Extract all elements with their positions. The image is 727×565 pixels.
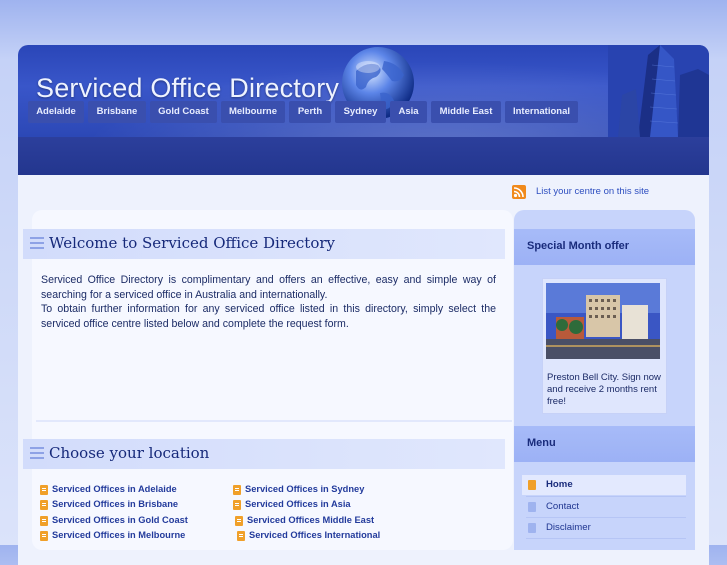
location-header: Choose your location bbox=[23, 439, 505, 469]
menu-item-home[interactable]: Home bbox=[522, 475, 686, 495]
site-header: Serviced Office Directory bbox=[18, 45, 709, 137]
contact-bullet-icon bbox=[528, 502, 536, 512]
bullet-icon bbox=[40, 500, 48, 510]
home-bullet-icon bbox=[528, 480, 536, 490]
welcome-header: Welcome to Serviced Office Directory bbox=[23, 229, 505, 259]
offer-building-photo[interactable] bbox=[546, 283, 660, 359]
bullet-icon bbox=[233, 485, 241, 495]
welcome-paragraph-1: Serviced Office Directory is complimenta… bbox=[41, 274, 496, 301]
offer-title: Special Month offer bbox=[527, 240, 630, 252]
nav-bar bbox=[18, 137, 709, 175]
nav-item-gold-coast[interactable]: Gold Coast bbox=[150, 101, 217, 123]
nav-item-brisbane[interactable]: Brisbane bbox=[88, 101, 146, 123]
nav-item-melbourne[interactable]: Melbourne bbox=[221, 101, 285, 123]
offer-text[interactable]: Preston Bell City. Sign now and receive … bbox=[547, 372, 663, 408]
bullet-icon bbox=[235, 516, 243, 526]
welcome-title: Welcome to Serviced Office Directory bbox=[49, 234, 336, 252]
bullet-icon bbox=[237, 531, 245, 541]
site-title[interactable]: Serviced Office Directory bbox=[36, 73, 339, 104]
menu-lines-icon bbox=[30, 237, 44, 249]
nav-item-asia[interactable]: Asia bbox=[390, 101, 427, 123]
menu-header: Menu bbox=[514, 426, 695, 462]
list-centre-link[interactable]: List your centre on this site bbox=[536, 186, 649, 197]
nav-item-international[interactable]: International bbox=[505, 101, 578, 123]
welcome-text: Serviced Office Directory is complimenta… bbox=[41, 273, 496, 331]
city-towers-image bbox=[608, 45, 709, 137]
bullet-icon bbox=[233, 500, 241, 510]
bullet-icon bbox=[40, 485, 48, 495]
nav-item-middle-east[interactable]: Middle East bbox=[431, 101, 501, 123]
menu-separator bbox=[526, 538, 686, 539]
offer-header: Special Month offer bbox=[514, 229, 695, 265]
nav-item-adelaide[interactable]: Adelaide bbox=[28, 101, 84, 123]
bullet-icon bbox=[40, 531, 48, 541]
disclaimer-bullet-icon bbox=[528, 523, 536, 533]
nav-item-sydney[interactable]: Sydney bbox=[335, 101, 386, 123]
menu-item-contact[interactable]: Contact bbox=[522, 497, 686, 517]
menu-title: Menu bbox=[527, 437, 556, 449]
menu-item-disclaimer[interactable]: Disclaimer bbox=[522, 518, 686, 538]
content-divider bbox=[36, 420, 512, 422]
rss-icon bbox=[512, 185, 526, 199]
menu-lines-icon bbox=[30, 447, 44, 459]
list-centre-row[interactable]: List your centre on this site bbox=[512, 183, 712, 203]
nav-item-perth[interactable]: Perth bbox=[289, 101, 331, 123]
welcome-paragraph-2: To obtain further information for any se… bbox=[41, 303, 496, 330]
location-title: Choose your location bbox=[49, 444, 210, 462]
bullet-icon bbox=[40, 516, 48, 526]
